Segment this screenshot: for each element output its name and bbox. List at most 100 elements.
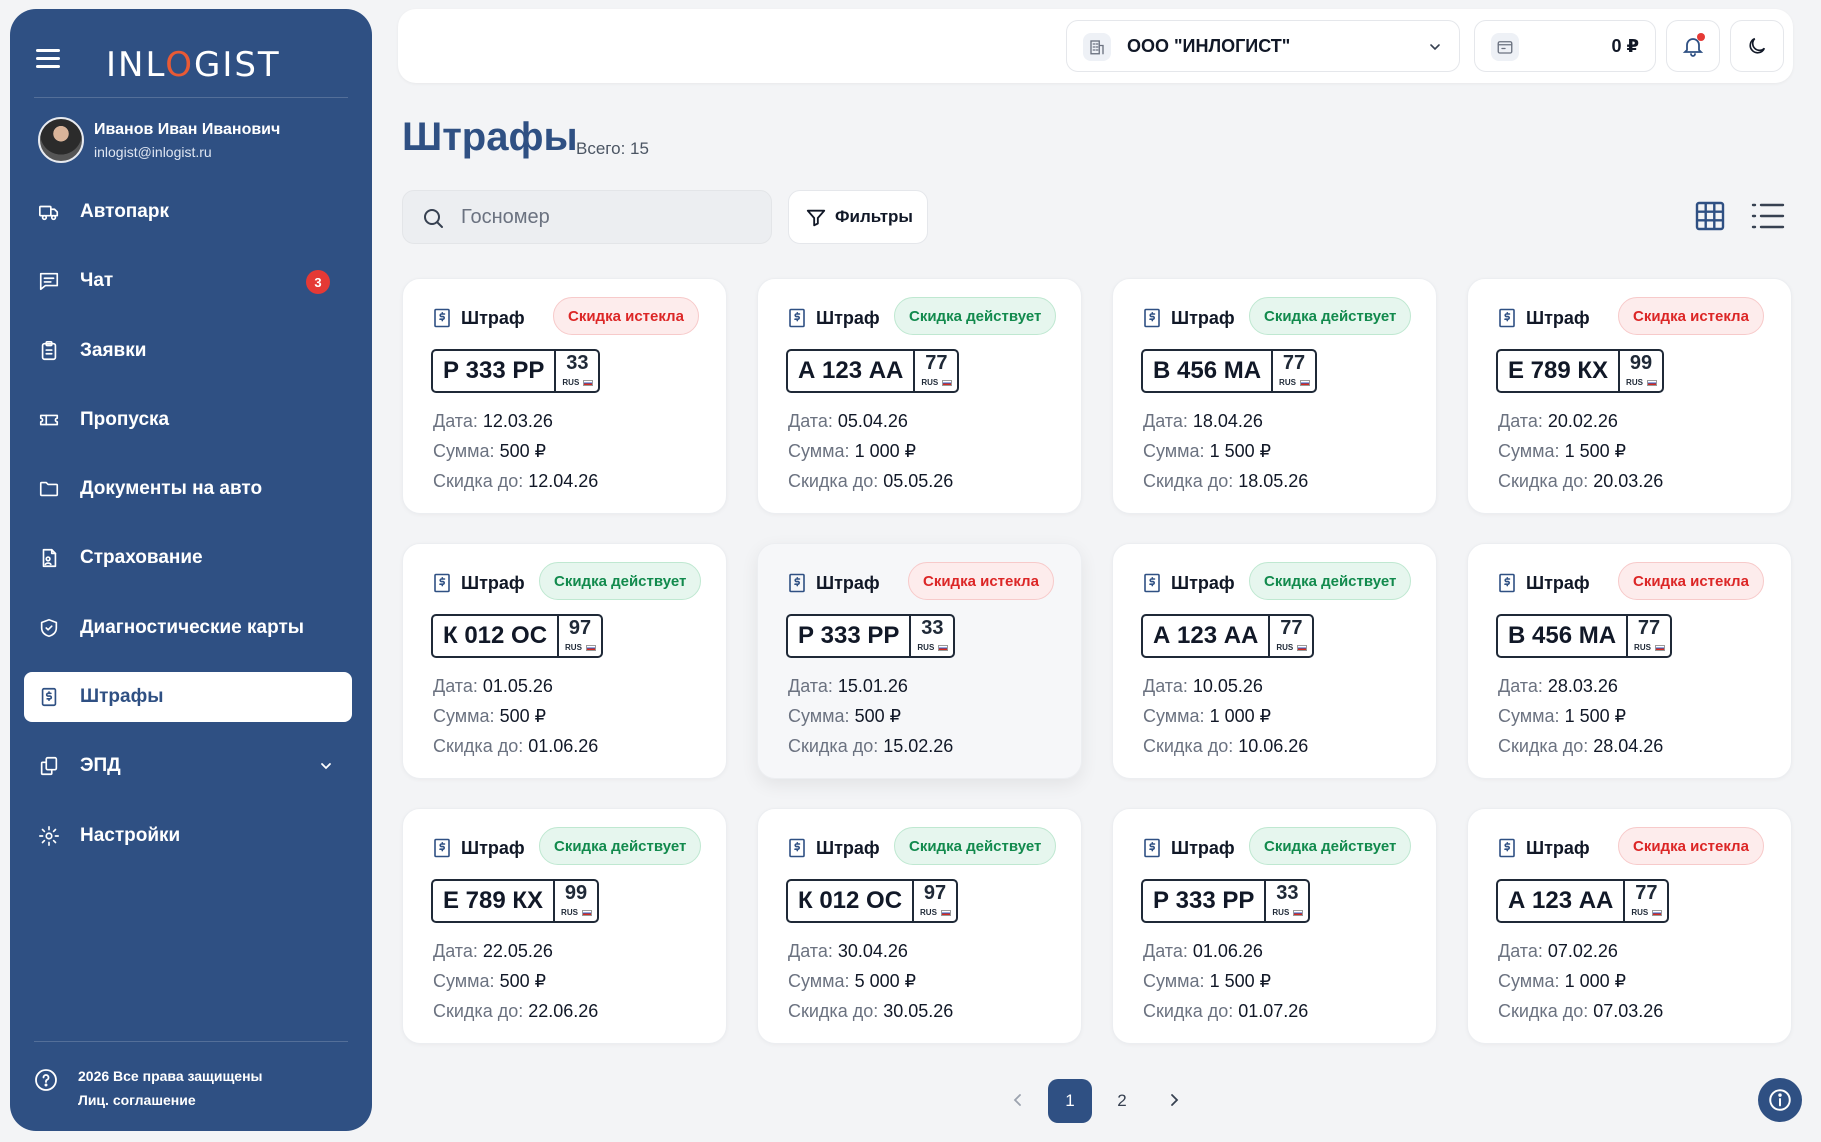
status-badge: Скидка действует — [1249, 297, 1412, 335]
card-type: Штраф — [1171, 308, 1235, 328]
chevron-down-icon[interactable] — [318, 758, 334, 774]
company-name: ООО "ИНЛОГИСТ" — [1127, 36, 1291, 56]
divider — [34, 1041, 348, 1042]
fine-card[interactable]: Штраф Скидка истекла Е 789 КХ 99 RUS Дата: 20… — [1467, 278, 1792, 514]
status-badge: Скидка истекла — [553, 297, 699, 335]
discount-until: Скидка до: 12.04.26 — [433, 471, 599, 491]
card-type: Штраф — [1526, 838, 1590, 858]
plate-region: 77 RUS — [1623, 881, 1667, 921]
truck-icon — [39, 205, 59, 221]
sidebar-item-passes[interactable]: Пропуска — [24, 395, 352, 445]
fine-card[interactable]: Штраф Скидка истекла Р 333 РР 33 RUS Дата: 12… — [402, 278, 727, 514]
status-badge: Скидка истекла — [1618, 827, 1764, 865]
discount-until: Скидка до: 07.03.26 — [1498, 1001, 1664, 1021]
discount-until: Скидка до: 20.03.26 — [1498, 471, 1664, 491]
country-code: RUS — [1634, 643, 1651, 652]
fine-card[interactable]: Штраф Скидка действует В 456 МА 77 RUS Дата: … — [1112, 278, 1437, 514]
fine-card[interactable]: Штраф Скидка действует Е 789 КХ 99 RUS Дата: … — [402, 808, 727, 1044]
fine-card[interactable]: Штраф Скидка истекла А 123 АА 77 RUS Дата: 07… — [1467, 808, 1792, 1044]
fine-doc-icon — [1144, 573, 1160, 593]
filters-button[interactable]: Фильтры — [788, 190, 928, 244]
plate-region: 77 RUS — [913, 351, 957, 391]
fine-doc-icon — [1144, 838, 1160, 858]
sidebar-item-fines[interactable]: Штрафы — [24, 672, 352, 723]
fine-sum: Сумма: 500 ₽ — [788, 706, 902, 726]
chevron-right-icon[interactable] — [1164, 1090, 1184, 1110]
grid-view-icon[interactable] — [1694, 200, 1726, 232]
fine-card[interactable]: Штраф Скидка действует А 123 АА 77 RUS Дата: … — [757, 278, 1082, 514]
list-view-icon[interactable] — [1750, 200, 1786, 232]
help-icon[interactable] — [34, 1068, 58, 1092]
fine-doc-icon — [789, 573, 805, 593]
chevron-down-icon — [1430, 44, 1440, 51]
fine-date: Дата: 07.02.26 — [1498, 941, 1618, 961]
fine-card[interactable]: Штраф Скидка истекла Р 333 РР 33 RUS Дата: 15… — [757, 543, 1082, 779]
status-badge: Скидка истекла — [1618, 297, 1764, 335]
fine-sum: Сумма: 500 ₽ — [433, 706, 547, 726]
fine-sum: Сумма: 1 000 ₽ — [1498, 971, 1627, 991]
discount-until: Скидка до: 15.02.26 — [788, 736, 954, 756]
country-code: RUS — [1272, 908, 1290, 917]
info-button[interactable] — [1758, 1078, 1802, 1122]
theme-toggle-button[interactable] — [1730, 20, 1784, 72]
sidebar-item-label: Заявки — [80, 339, 147, 361]
fine-card[interactable]: Штраф Скидка действует Р 333 РР 33 RUS Дата: … — [1112, 808, 1437, 1044]
license-plate: Е 789 КХ 99 RUS — [1496, 349, 1665, 393]
chat-icon — [39, 273, 59, 291]
fine-sum: Сумма: 1 000 ₽ — [1143, 706, 1272, 726]
page-title: Штрафы — [402, 115, 578, 159]
sidebar-item-chat[interactable]: Чат 3 — [24, 256, 352, 306]
license-plate: А 123 АА 77 RUS — [786, 349, 960, 393]
plate-region: 97 RUS — [557, 616, 601, 656]
balance-widget[interactable]: 0 ₽ — [1474, 20, 1656, 72]
status-badge: Скидка действует — [539, 562, 702, 600]
status-badge: Скидка истекла — [908, 562, 1054, 600]
company-select[interactable]: ООО "ИНЛОГИСТ" — [1066, 20, 1460, 72]
logo[interactable]: INLOGIST — [106, 45, 281, 85]
country-code: RUS — [917, 643, 935, 652]
gear-icon — [39, 825, 59, 846]
user-email: inlogist@inlogist.ru — [94, 144, 212, 160]
sidebar: INLOGIST Иванов Иван Иванович inlogist@i… — [10, 9, 372, 1131]
sidebar-item-insurance[interactable]: Страхование — [24, 533, 352, 583]
fine-date: Дата: 20.02.26 — [1498, 411, 1618, 431]
country-code: RUS — [1279, 378, 1296, 387]
chevron-left-icon[interactable] — [1008, 1090, 1028, 1110]
plate-region: 77 RUS — [1268, 616, 1312, 656]
fine-card[interactable]: Штраф Скидка истекла В 456 МА 77 RUS Дата: 28… — [1467, 543, 1792, 779]
discount-until: Скидка до: 10.06.26 — [1143, 736, 1309, 756]
license-agreement-link[interactable]: Лиц. соглашение — [78, 1092, 196, 1108]
fine-card[interactable]: Штраф Скидка действует К 012 ОС 97 RUS Дата: … — [757, 808, 1082, 1044]
user-name: Иванов Иван Иванович — [94, 121, 281, 138]
card-type: Штраф — [461, 573, 525, 593]
fine-doc-icon — [1499, 308, 1515, 328]
sidebar-item-epd[interactable]: ЭПД — [24, 741, 352, 791]
plate-number: В 456 МА — [1508, 622, 1617, 649]
menu-icon[interactable] — [36, 49, 60, 69]
user-profile[interactable]: Иванов Иван Иванович inlogist@inlogist.r… — [28, 107, 348, 177]
plate-number: Р 333 РР — [798, 622, 900, 649]
fine-card[interactable]: Штраф Скидка действует К 012 ОС 97 RUS Дата: … — [402, 543, 727, 779]
fine-date: Дата: 01.05.26 — [433, 676, 553, 696]
fine-doc-icon — [789, 308, 805, 328]
sidebar-item-label: Документы на авто — [80, 478, 263, 500]
clipboard-icon — [41, 340, 57, 360]
country-code: RUS — [561, 908, 578, 917]
sidebar-item-fleet[interactable]: Автопарк — [24, 187, 352, 237]
plate-region: 33 RUS — [909, 616, 953, 656]
plate-search-input[interactable] — [461, 191, 761, 243]
unread-badge: 3 — [306, 270, 330, 295]
notifications-button[interactable] — [1666, 20, 1720, 72]
sidebar-item-diagnostic-cards[interactable]: Диагностические карты — [24, 603, 352, 653]
sidebar-item-requests[interactable]: Заявки — [24, 326, 352, 376]
page-button[interactable]: 1 — [1048, 1079, 1092, 1123]
russian-flag-icon — [1652, 910, 1663, 916]
fine-card[interactable]: Штраф Скидка действует А 123 АА 77 RUS Дата: … — [1112, 543, 1437, 779]
fine-sum: Сумма: 5 000 ₽ — [788, 971, 917, 991]
sidebar-item-settings[interactable]: Настройки — [24, 811, 352, 861]
region-code: 99 — [1629, 352, 1653, 374]
sidebar-item-vehicle-docs[interactable]: Документы на авто — [24, 464, 352, 514]
sidebar-header: INLOGIST — [10, 9, 372, 97]
plate-region: 33 RUS — [554, 351, 598, 391]
page-button[interactable]: 2 — [1100, 1079, 1144, 1123]
